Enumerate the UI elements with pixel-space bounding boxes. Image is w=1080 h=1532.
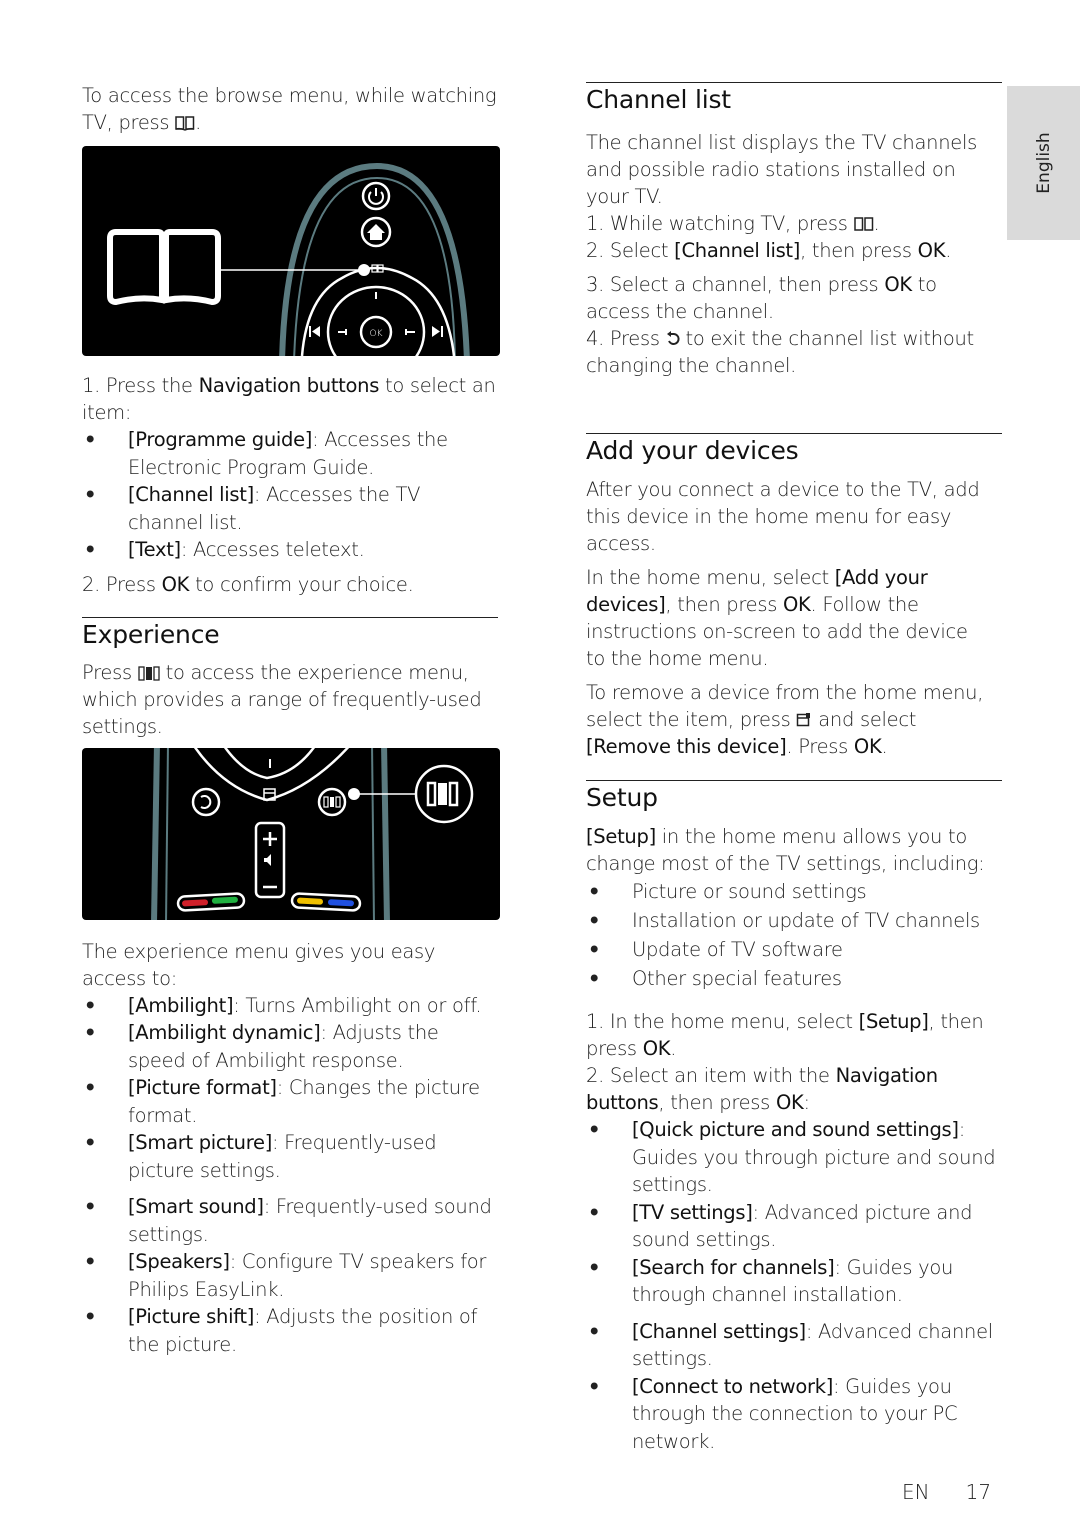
experience-intro: Press to access the experience menu, whi… bbox=[82, 660, 482, 738]
list-item: • [Search for channels]: Guides you throu… bbox=[588, 1255, 954, 1307]
right-column: Channel list The channel list displays t… bbox=[586, 82, 1002, 1455]
list-item: • [Picture format]: Changes the picture f… bbox=[84, 1076, 480, 1127]
list-item: • Other special features bbox=[588, 967, 842, 990]
add-devices-heading: Add your devices bbox=[586, 436, 799, 465]
next-icon bbox=[432, 326, 443, 337]
back-arrow-icon bbox=[666, 331, 680, 345]
browse-book-icon bbox=[853, 217, 873, 231]
setup-intro: [Setup] in the home menu allows you to c… bbox=[586, 825, 985, 875]
experience-icon-large bbox=[414, 764, 474, 823]
list-item: • Update of TV software bbox=[588, 938, 843, 961]
browse-book-icon-large bbox=[107, 229, 221, 306]
language-tab: English bbox=[1007, 86, 1080, 240]
list-item: • [Channel list]: Accesses the TV channel… bbox=[84, 483, 421, 534]
setup-step-1: 1. In the home menu, select [Setup], the… bbox=[586, 1010, 984, 1060]
list-item: • [Ambilight]: Turns Ambilight on or off. bbox=[84, 993, 482, 1017]
options-icon bbox=[797, 713, 811, 727]
experience-menu-list: • [Ambilight]: Turns Ambilight on or off.… bbox=[82, 992, 500, 1359]
setup-heading: Setup bbox=[586, 783, 658, 812]
browse-book-icon bbox=[175, 116, 195, 131]
setup-step-2: 2. Select an item with the Navigation bu… bbox=[586, 1064, 938, 1114]
language-label: English bbox=[1033, 132, 1054, 194]
mute-icon bbox=[264, 853, 271, 866]
browse-intro: To access the browse menu, while watchin… bbox=[82, 84, 497, 134]
list-item: • [Programme guide]: Accesses the Electro… bbox=[84, 428, 448, 479]
experience-icon bbox=[138, 665, 160, 681]
yellow-key bbox=[297, 897, 324, 905]
browse-steps: 1. Press the Navigation buttons to selec… bbox=[82, 372, 500, 598]
power-icon bbox=[361, 181, 391, 211]
confirm-step: 2. Press OK to confirm your choice. bbox=[82, 572, 414, 596]
experience-heading: Experience bbox=[82, 619, 220, 649]
list-item: • [Connect to network]: Guides you throug… bbox=[588, 1374, 958, 1453]
channel-list-heading: Channel list bbox=[586, 85, 731, 114]
page-footer: EN 17 bbox=[902, 1480, 991, 1504]
channel-step-1: 1. While watching TV, press . bbox=[586, 212, 880, 235]
list-item: • [Ambilight dynamic]: Adjusts the speed … bbox=[84, 1021, 439, 1072]
remote-control-illustration bbox=[151, 747, 474, 920]
list-item: • [Channel settings]: Advanced channel se… bbox=[588, 1319, 993, 1371]
channel-step-2: 2. Select [Channel list], then press OK. bbox=[586, 239, 952, 262]
browse-menu-list: • [Programme guide]: Accesses the Electro… bbox=[82, 426, 500, 564]
add-devices-p1: After you connect a device to the TV, ad… bbox=[586, 478, 980, 555]
volume-rocker bbox=[254, 821, 286, 898]
list-item: • [TV settings]: Advanced picture and sou… bbox=[588, 1200, 973, 1252]
channel-step-4: 4. Press to exit the channel list withou… bbox=[586, 327, 974, 377]
list-item: • [Speakers]: Configure TV speakers for P… bbox=[84, 1250, 487, 1301]
channel-list-intro: The channel list displays the TV channel… bbox=[586, 131, 977, 208]
list-item: • Picture or sound settings bbox=[588, 880, 867, 903]
language-code: EN bbox=[902, 1480, 930, 1504]
red-key bbox=[182, 898, 209, 906]
list-item: • [Text]: Accesses teletext. bbox=[84, 538, 365, 561]
add-devices-p2: In the home menu, select [Add your devic… bbox=[586, 566, 968, 670]
nav-step: 1. Press the Navigation buttons to selec… bbox=[82, 374, 496, 424]
blue-key bbox=[327, 898, 354, 906]
page-number: 17 bbox=[965, 1480, 992, 1504]
experience-access-text: The experience menu gives you easy acces… bbox=[82, 939, 436, 990]
setup-menu-list: • [Quick picture and sound settings]: Gui… bbox=[586, 1116, 1002, 1455]
list-item: • [Smart sound]: Frequently-used sound se… bbox=[84, 1195, 492, 1246]
list-item: • [Smart picture]: Frequently-used pictur… bbox=[84, 1131, 437, 1182]
list-item: • [Quick picture and sound settings]: Gui… bbox=[588, 1118, 996, 1196]
home-icon bbox=[360, 216, 392, 248]
channel-step-3: 3. Select a channel, then press OK to ac… bbox=[586, 273, 937, 323]
left-column: To access the browse menu, while watchin… bbox=[82, 82, 500, 1358]
remote-experience-figure bbox=[82, 747, 500, 920]
list-item: • [Picture shift]: Adjusts the position o… bbox=[84, 1305, 478, 1356]
list-item: • Installation or update of TV channels bbox=[588, 909, 980, 932]
green-key bbox=[211, 896, 238, 904]
setup-features-list: • Picture or sound settings • Installation… bbox=[586, 877, 1002, 993]
back-key-icon bbox=[191, 787, 221, 816]
remote-browse-figure: OK bbox=[82, 146, 500, 356]
previous-icon bbox=[309, 326, 320, 337]
svg-text:OK: OK bbox=[370, 329, 383, 339]
ok-button: OK bbox=[359, 315, 393, 349]
remote-control-illustration: OK bbox=[107, 162, 470, 356]
add-devices-p3: To remove a device from the home menu, s… bbox=[586, 681, 984, 758]
experience-key-icon bbox=[317, 787, 347, 816]
